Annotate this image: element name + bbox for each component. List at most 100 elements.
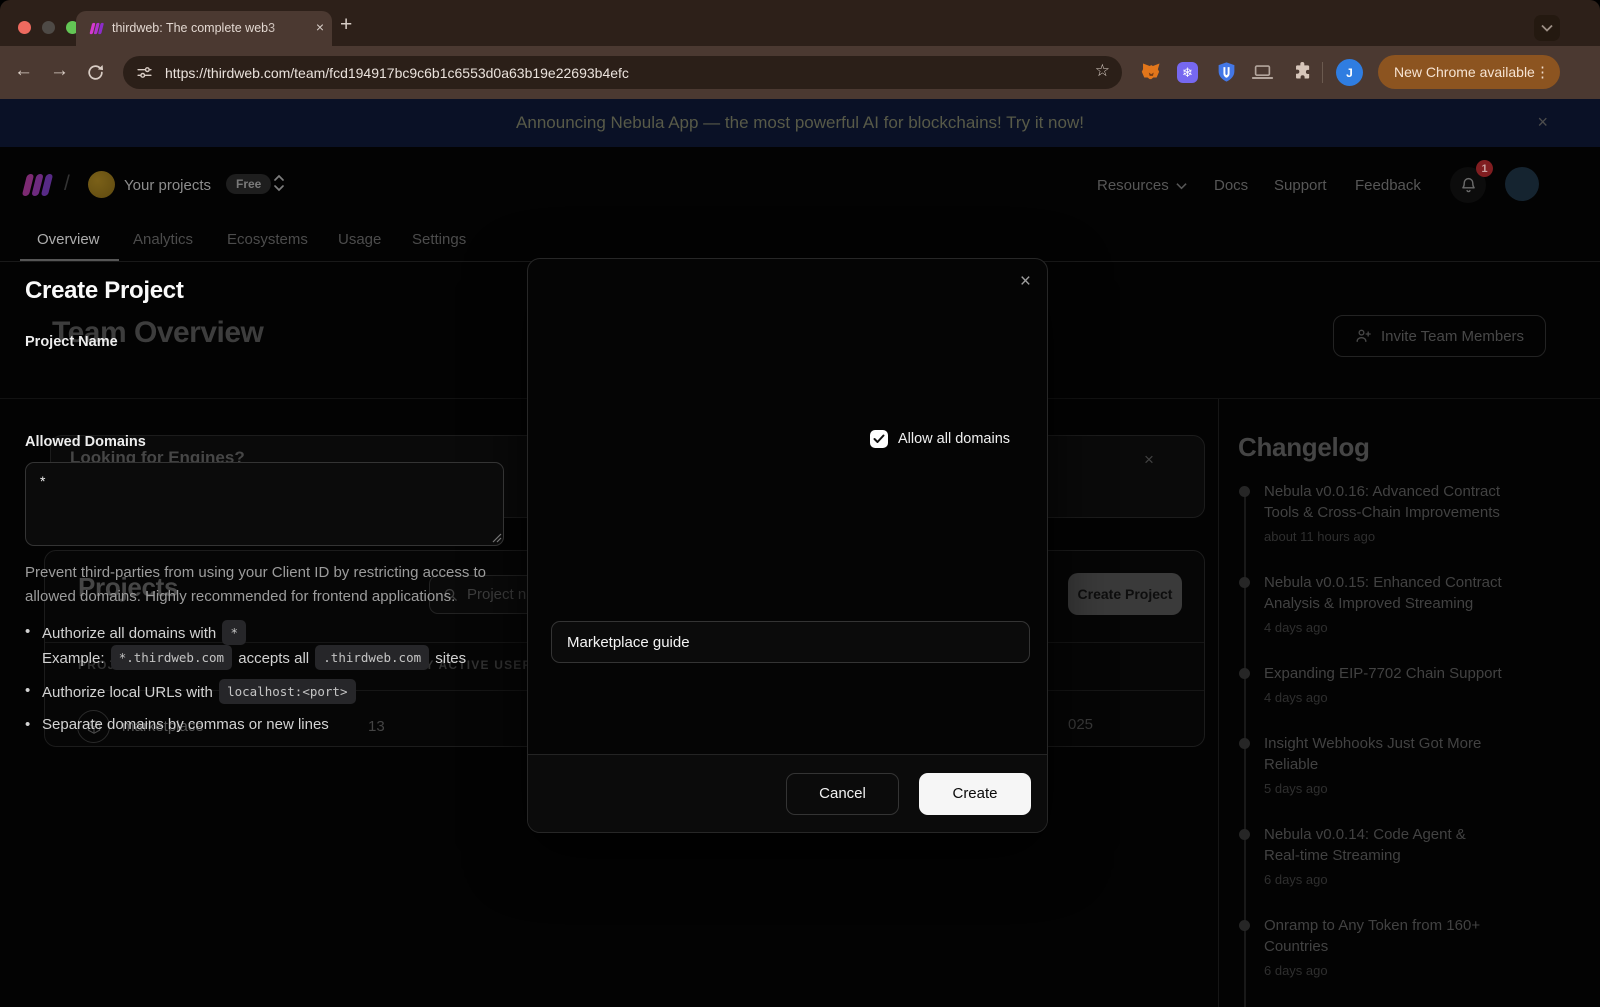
banner-close-icon[interactable]: × <box>1537 112 1548 133</box>
chrome-update-label: New Chrome available <box>1394 64 1535 80</box>
invite-button-label: Invite Team Members <box>1381 328 1524 345</box>
chrome-profile-avatar[interactable]: J <box>1336 59 1363 86</box>
browser-reload-button[interactable] <box>86 63 105 82</box>
url-text: https://thirdweb.com/team/fcd194917bc9c6… <box>165 65 629 81</box>
bullet-authorize-all: Authorize all domains with * Example: *.… <box>25 620 505 670</box>
tab-analytics[interactable]: Analytics <box>133 231 193 248</box>
modal-footer: Cancel Create <box>528 754 1047 832</box>
laptop-extension-icon[interactable] <box>1251 61 1274 83</box>
check-icon <box>873 434 885 444</box>
user-plus-icon <box>1355 328 1372 344</box>
code-chip-wildcard-domain: *.thirdweb.com <box>111 645 232 670</box>
bullet-localhost: Authorize local URLs with localhost:<por… <box>25 679 505 704</box>
site-settings-icon[interactable] <box>136 64 153 81</box>
project-name-label: Project Name <box>25 334 118 350</box>
nav-support[interactable]: Support <box>1274 177 1327 194</box>
create-project-modal: × <box>527 258 1048 833</box>
allow-all-domains-checkbox[interactable] <box>870 430 888 448</box>
address-bar[interactable]: https://thirdweb.com/team/fcd194917bc9c6… <box>123 56 1122 89</box>
textarea-resize-handle[interactable] <box>492 533 502 543</box>
thirdweb-favicon-icon <box>88 20 105 37</box>
tab-settings[interactable]: Settings <box>412 231 466 248</box>
metamask-extension-icon[interactable] <box>1140 61 1162 83</box>
user-avatar[interactable] <box>1505 167 1539 201</box>
changelog-entry[interactable]: Nebula v0.0.15: Enhanced Contract Analys… <box>1238 572 1504 635</box>
allowed-domains-label: Allowed Domains <box>25 434 146 450</box>
changelog-entry[interactable]: Nebula v0.0.14: Code Agent & Real-time S… <box>1238 824 1504 887</box>
window-minimize-button[interactable] <box>42 21 55 34</box>
bullet-separate: Separate domains by commas or new lines <box>25 713 505 736</box>
tab-ecosystems[interactable]: Ecosystems <box>227 231 308 248</box>
cancel-button[interactable]: Cancel <box>786 773 899 815</box>
changelog-entry-time: 6 days ago <box>1264 963 1504 978</box>
extensions-puzzle-icon[interactable] <box>1292 61 1313 82</box>
timeline-dot-icon <box>1239 829 1250 840</box>
invite-team-members-button[interactable]: Invite Team Members <box>1333 315 1546 357</box>
tab-overview[interactable]: Overview <box>37 231 100 248</box>
changelog-entry-title[interactable]: Nebula v0.0.14: Code Agent & Real-time S… <box>1264 824 1504 866</box>
changelog-entry-time: 4 days ago <box>1264 620 1504 635</box>
tab-search-button[interactable] <box>1534 15 1560 41</box>
active-tab-underline <box>20 259 119 261</box>
changelog-entry-title[interactable]: Insight Webhooks Just Got More Reliable <box>1264 733 1504 775</box>
engines-card-close-icon[interactable]: × <box>1144 450 1154 470</box>
announcement-banner: Announcing Nebula App — the most powerfu… <box>0 99 1600 147</box>
bookmark-star-icon[interactable]: ☆ <box>1095 61 1110 81</box>
project-name-input[interactable] <box>551 621 1030 663</box>
allowed-domains-textarea[interactable]: * <box>25 462 504 546</box>
team-switcher-icon[interactable] <box>272 173 286 193</box>
changelog-divider <box>1218 399 1219 1007</box>
changelog-list: Nebula v0.0.16: Advanced Contract Tools … <box>1238 481 1504 1006</box>
window-close-button[interactable] <box>18 21 31 34</box>
changelog-entry[interactable]: Nebula v0.0.16: Advanced Contract Tools … <box>1238 481 1504 544</box>
code-chip-asterisk: * <box>222 620 246 645</box>
changelog-entry-title[interactable]: Onramp to Any Token from 160+ Countries <box>1264 915 1504 957</box>
team-avatar[interactable] <box>88 171 115 198</box>
browser-tab[interactable]: thirdweb: The complete web3 × <box>76 11 332 46</box>
bullet-text: Separate domains by commas or new lines <box>42 716 329 733</box>
allow-all-domains-label: Allow all domains <box>898 431 1010 447</box>
changelog-entry[interactable]: Insight Webhooks Just Got More Reliable … <box>1238 733 1504 796</box>
nav-feedback[interactable]: Feedback <box>1355 177 1421 194</box>
tab-title-fade <box>266 11 306 46</box>
chevron-down-icon <box>1176 182 1187 190</box>
bitwarden-extension-icon[interactable] <box>1216 61 1237 82</box>
create-project-button[interactable]: Create Project <box>1068 573 1182 615</box>
browser-forward-button[interactable]: → <box>50 60 69 82</box>
nav-docs[interactable]: Docs <box>1214 177 1248 194</box>
bullet-text: accepts all <box>238 650 309 667</box>
timeline-dot-icon <box>1239 668 1250 679</box>
bullet-text: sites <box>435 650 466 667</box>
notification-count-badge: 1 <box>1476 160 1493 177</box>
project-row-date-fragment: 025 <box>1068 716 1093 733</box>
bell-icon <box>1460 176 1477 194</box>
changelog-entry-time: 5 days ago <box>1264 781 1504 796</box>
code-chip-localhost: localhost:<port> <box>219 679 355 704</box>
team-name[interactable]: Your projects <box>124 177 211 194</box>
changelog-entry-title[interactable]: Expanding EIP-7702 Chain Support <box>1264 663 1504 684</box>
thirdweb-logo[interactable] <box>20 171 60 199</box>
chevron-down-icon <box>1541 24 1553 32</box>
new-tab-button[interactable]: + <box>340 13 352 37</box>
bullet-text: Authorize all domains with <box>42 625 216 642</box>
announcement-text[interactable]: Announcing Nebula App — the most powerfu… <box>516 113 1084 133</box>
chrome-update-button[interactable]: New Chrome available ⋮ <box>1378 55 1560 89</box>
chrome-menu-icon[interactable]: ⋮ <box>1535 63 1550 81</box>
snowflake-extension-icon[interactable]: ❄ <box>1177 62 1198 83</box>
changelog-entry[interactable]: Expanding EIP-7702 Chain Support 4 days … <box>1238 663 1504 705</box>
changelog-entry-time: 4 days ago <box>1264 690 1504 705</box>
browser-back-button[interactable]: ← <box>14 60 33 82</box>
changelog-entry[interactable]: Onramp to Any Token from 160+ Countries … <box>1238 915 1504 978</box>
tab-usage[interactable]: Usage <box>338 231 381 248</box>
code-chip-domain: .thirdweb.com <box>315 645 429 670</box>
modal-close-icon[interactable]: × <box>1020 271 1031 293</box>
screen: thirdweb: The complete web3 × + ← → http… <box>0 0 1600 1007</box>
timeline-dot-icon <box>1239 577 1250 588</box>
changelog-entry-title[interactable]: Nebula v0.0.16: Advanced Contract Tools … <box>1264 481 1504 523</box>
breadcrumb-separator: / <box>64 172 70 196</box>
changelog-entry-title[interactable]: Nebula v0.0.15: Enhanced Contract Analys… <box>1264 572 1504 614</box>
nav-resources[interactable]: Resources <box>1097 177 1169 194</box>
domains-help-text: Prevent third-parties from using your Cl… <box>25 561 505 609</box>
create-button[interactable]: Create <box>919 773 1031 815</box>
tab-close-icon[interactable]: × <box>316 19 324 35</box>
